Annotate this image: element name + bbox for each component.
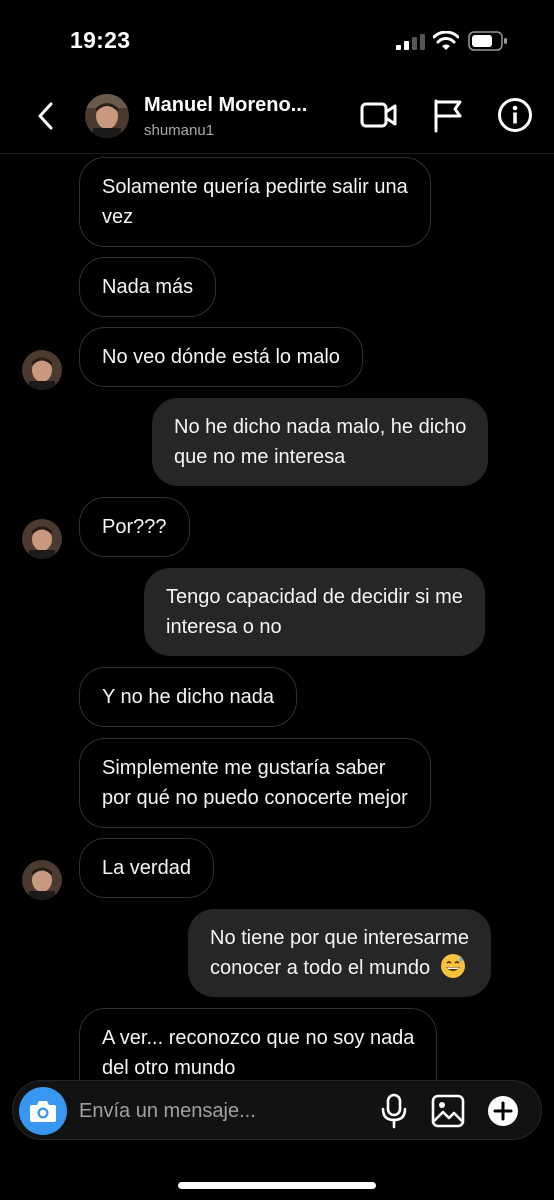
message-bubble[interactable]: Nada más xyxy=(79,257,217,317)
message-text: que no me interesa xyxy=(174,446,346,468)
message-text: Y no he dicho nada xyxy=(102,686,275,708)
message-composer xyxy=(12,1080,542,1140)
cellular-signal-icon xyxy=(396,34,425,50)
message-input[interactable] xyxy=(79,1091,369,1131)
microphone-icon[interactable] xyxy=(379,1093,409,1129)
back-arrow-icon[interactable] xyxy=(32,98,60,134)
message-text: Por??? xyxy=(102,516,167,538)
message-text: interesa o no xyxy=(166,616,282,638)
message-bubble[interactable]: A ver... reconozco que no soy nada del o… xyxy=(79,1008,438,1080)
profile-photo-icon xyxy=(22,519,62,559)
message-text: No tiene por que interesarme xyxy=(210,927,470,949)
message-bubble[interactable]: Tengo capacidad de decidir si me interes… xyxy=(144,568,485,656)
message-text: Solamente quería pedirte salir una xyxy=(102,176,408,198)
message-text: conocer a todo el mundo xyxy=(210,957,431,979)
profile-photo-icon xyxy=(22,350,62,390)
status-time: 19:23 xyxy=(70,27,131,53)
gallery-icon[interactable] xyxy=(431,1094,465,1128)
message-text: La verdad xyxy=(102,857,191,879)
avatar[interactable] xyxy=(85,94,129,138)
avatar[interactable] xyxy=(22,350,62,390)
contact-name[interactable]: Manuel Moreno... xyxy=(144,94,344,117)
video-call-icon[interactable] xyxy=(360,98,398,132)
message-line: conocer a todo el mundo xyxy=(210,953,469,983)
message-text: No he dicho nada malo, he dicho xyxy=(174,416,467,438)
message-bubble[interactable]: No tiene por que interesarme conocer a t… xyxy=(188,909,492,997)
grinning-sweat-emoji-icon xyxy=(440,954,465,978)
message-bubble[interactable]: Solamente quería pedirte salir una vez xyxy=(79,157,431,247)
message-text: Simplemente me gustaría saber xyxy=(102,757,386,779)
add-icon[interactable] xyxy=(487,1095,519,1127)
profile-photo-icon xyxy=(22,860,62,900)
profile-photo-icon xyxy=(85,94,129,138)
message-text: del otro mundo xyxy=(102,1057,236,1079)
home-indicator xyxy=(178,1182,376,1189)
message-bubble[interactable]: Simplemente me gustaría saber por qué no… xyxy=(79,738,431,828)
message-bubble[interactable]: No he dicho nada malo, he dicho que no m… xyxy=(152,398,489,486)
message-bubble[interactable]: No veo dónde está lo malo xyxy=(79,327,363,387)
info-icon[interactable] xyxy=(497,97,533,133)
message-text: No veo dónde está lo malo xyxy=(102,346,340,368)
avatar[interactable] xyxy=(22,519,62,559)
status-bar: 19:23 xyxy=(0,0,554,80)
camera-icon xyxy=(30,1101,56,1122)
flag-icon[interactable] xyxy=(431,97,465,133)
message-text: Nada más xyxy=(102,276,194,298)
message-text: A ver... reconozco que no soy nada xyxy=(102,1027,415,1049)
message-text: Tengo capacidad de decidir si me xyxy=(166,586,463,608)
message-bubble[interactable]: Por??? xyxy=(79,497,190,557)
message-bubble[interactable]: La verdad xyxy=(79,838,214,898)
battery-icon xyxy=(468,31,507,51)
avatar[interactable] xyxy=(22,860,62,900)
contact-username: shumanu1 xyxy=(144,122,215,139)
camera-button[interactable] xyxy=(19,1087,67,1135)
message-text: vez xyxy=(102,206,134,228)
message-text: por qué no puedo conocerte mejor xyxy=(102,787,408,809)
wifi-icon xyxy=(433,31,459,50)
message-bubble[interactable]: Y no he dicho nada xyxy=(79,667,298,727)
chat-header: Manuel Moreno... shumanu1 xyxy=(0,80,554,154)
